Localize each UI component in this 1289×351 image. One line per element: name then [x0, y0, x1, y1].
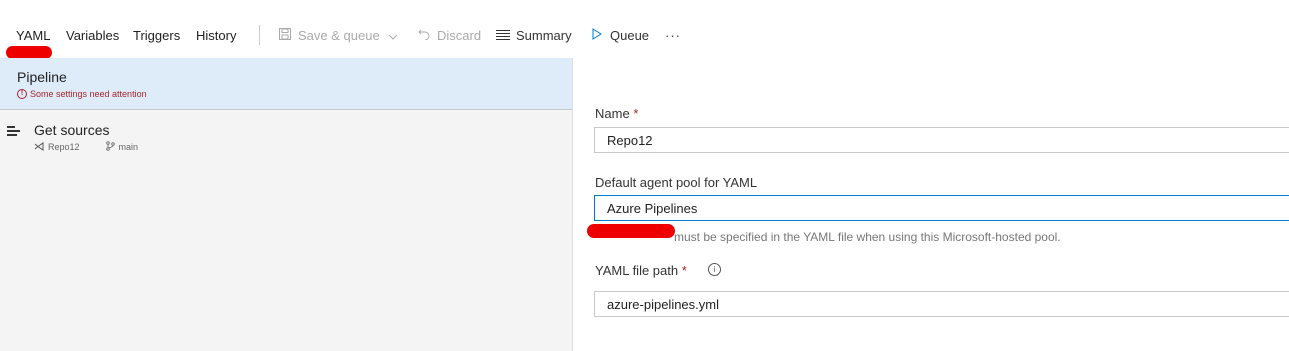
toolbar: YAML Variables Triggers History Save & q… [0, 0, 1289, 59]
save-queue-label: Save & queue [298, 28, 380, 43]
redaction-mark [587, 224, 675, 238]
get-sources-meta: Repo12 main [34, 141, 138, 153]
required-mark: * [681, 263, 687, 278]
queue-button[interactable]: Queue [590, 28, 649, 43]
list-icon [496, 28, 510, 43]
get-sources-item[interactable]: Get sources Repo12 main [0, 118, 572, 158]
tab-variables[interactable]: Variables [66, 28, 119, 43]
save-icon [278, 28, 292, 43]
toolbar-divider [259, 25, 260, 45]
branch-icon [105, 141, 115, 153]
chevron-down-icon [386, 28, 400, 43]
discard-label: Discard [437, 28, 482, 43]
pipeline-settings-form: Name * Default agent pool for YAML must … [573, 58, 1289, 351]
pipeline-warning: ! Some settings need attention [17, 89, 147, 99]
branch-name: main [118, 142, 139, 152]
repo-icon [34, 141, 44, 153]
agent-pool-hint: must be specified in the YAML file when … [674, 230, 1061, 244]
tab-history[interactable]: History [196, 28, 236, 43]
tab-triggers[interactable]: Triggers [133, 28, 180, 43]
name-input[interactable] [594, 127, 1289, 153]
yaml-path-label-text: YAML file path [595, 263, 679, 278]
pipeline-item[interactable]: Pipeline ! Some settings need attention [0, 58, 572, 110]
name-label-text: Name [595, 106, 630, 121]
yaml-path-label: YAML file path * [595, 263, 687, 278]
yaml-path-input[interactable] [594, 291, 1289, 317]
queue-label: Queue [610, 28, 650, 43]
name-label: Name * [595, 106, 638, 121]
save-queue-button[interactable]: Save & queue [278, 28, 400, 43]
tab-yaml[interactable]: YAML [16, 28, 50, 43]
summary-button[interactable]: Summary [496, 28, 572, 43]
get-sources-title: Get sources [34, 122, 110, 138]
pipeline-tree-panel: Pipeline ! Some settings need attention … [0, 58, 573, 351]
more-options-button[interactable]: ··· [665, 28, 681, 43]
agent-pool-label: Default agent pool for YAML [595, 175, 758, 190]
warning-icon: ! [17, 89, 27, 99]
pipeline-warning-text: Some settings need attention [30, 89, 147, 99]
info-icon[interactable]: i [708, 263, 721, 276]
repo-name: Repo12 [48, 142, 80, 152]
undo-icon [417, 28, 431, 43]
summary-label: Summary [516, 28, 572, 43]
required-mark: * [633, 106, 639, 121]
play-icon [590, 28, 604, 43]
discard-button[interactable]: Discard [417, 28, 481, 43]
get-sources-icon [7, 126, 21, 138]
pipeline-title: Pipeline [17, 69, 67, 85]
agent-pool-select[interactable] [594, 195, 1289, 221]
